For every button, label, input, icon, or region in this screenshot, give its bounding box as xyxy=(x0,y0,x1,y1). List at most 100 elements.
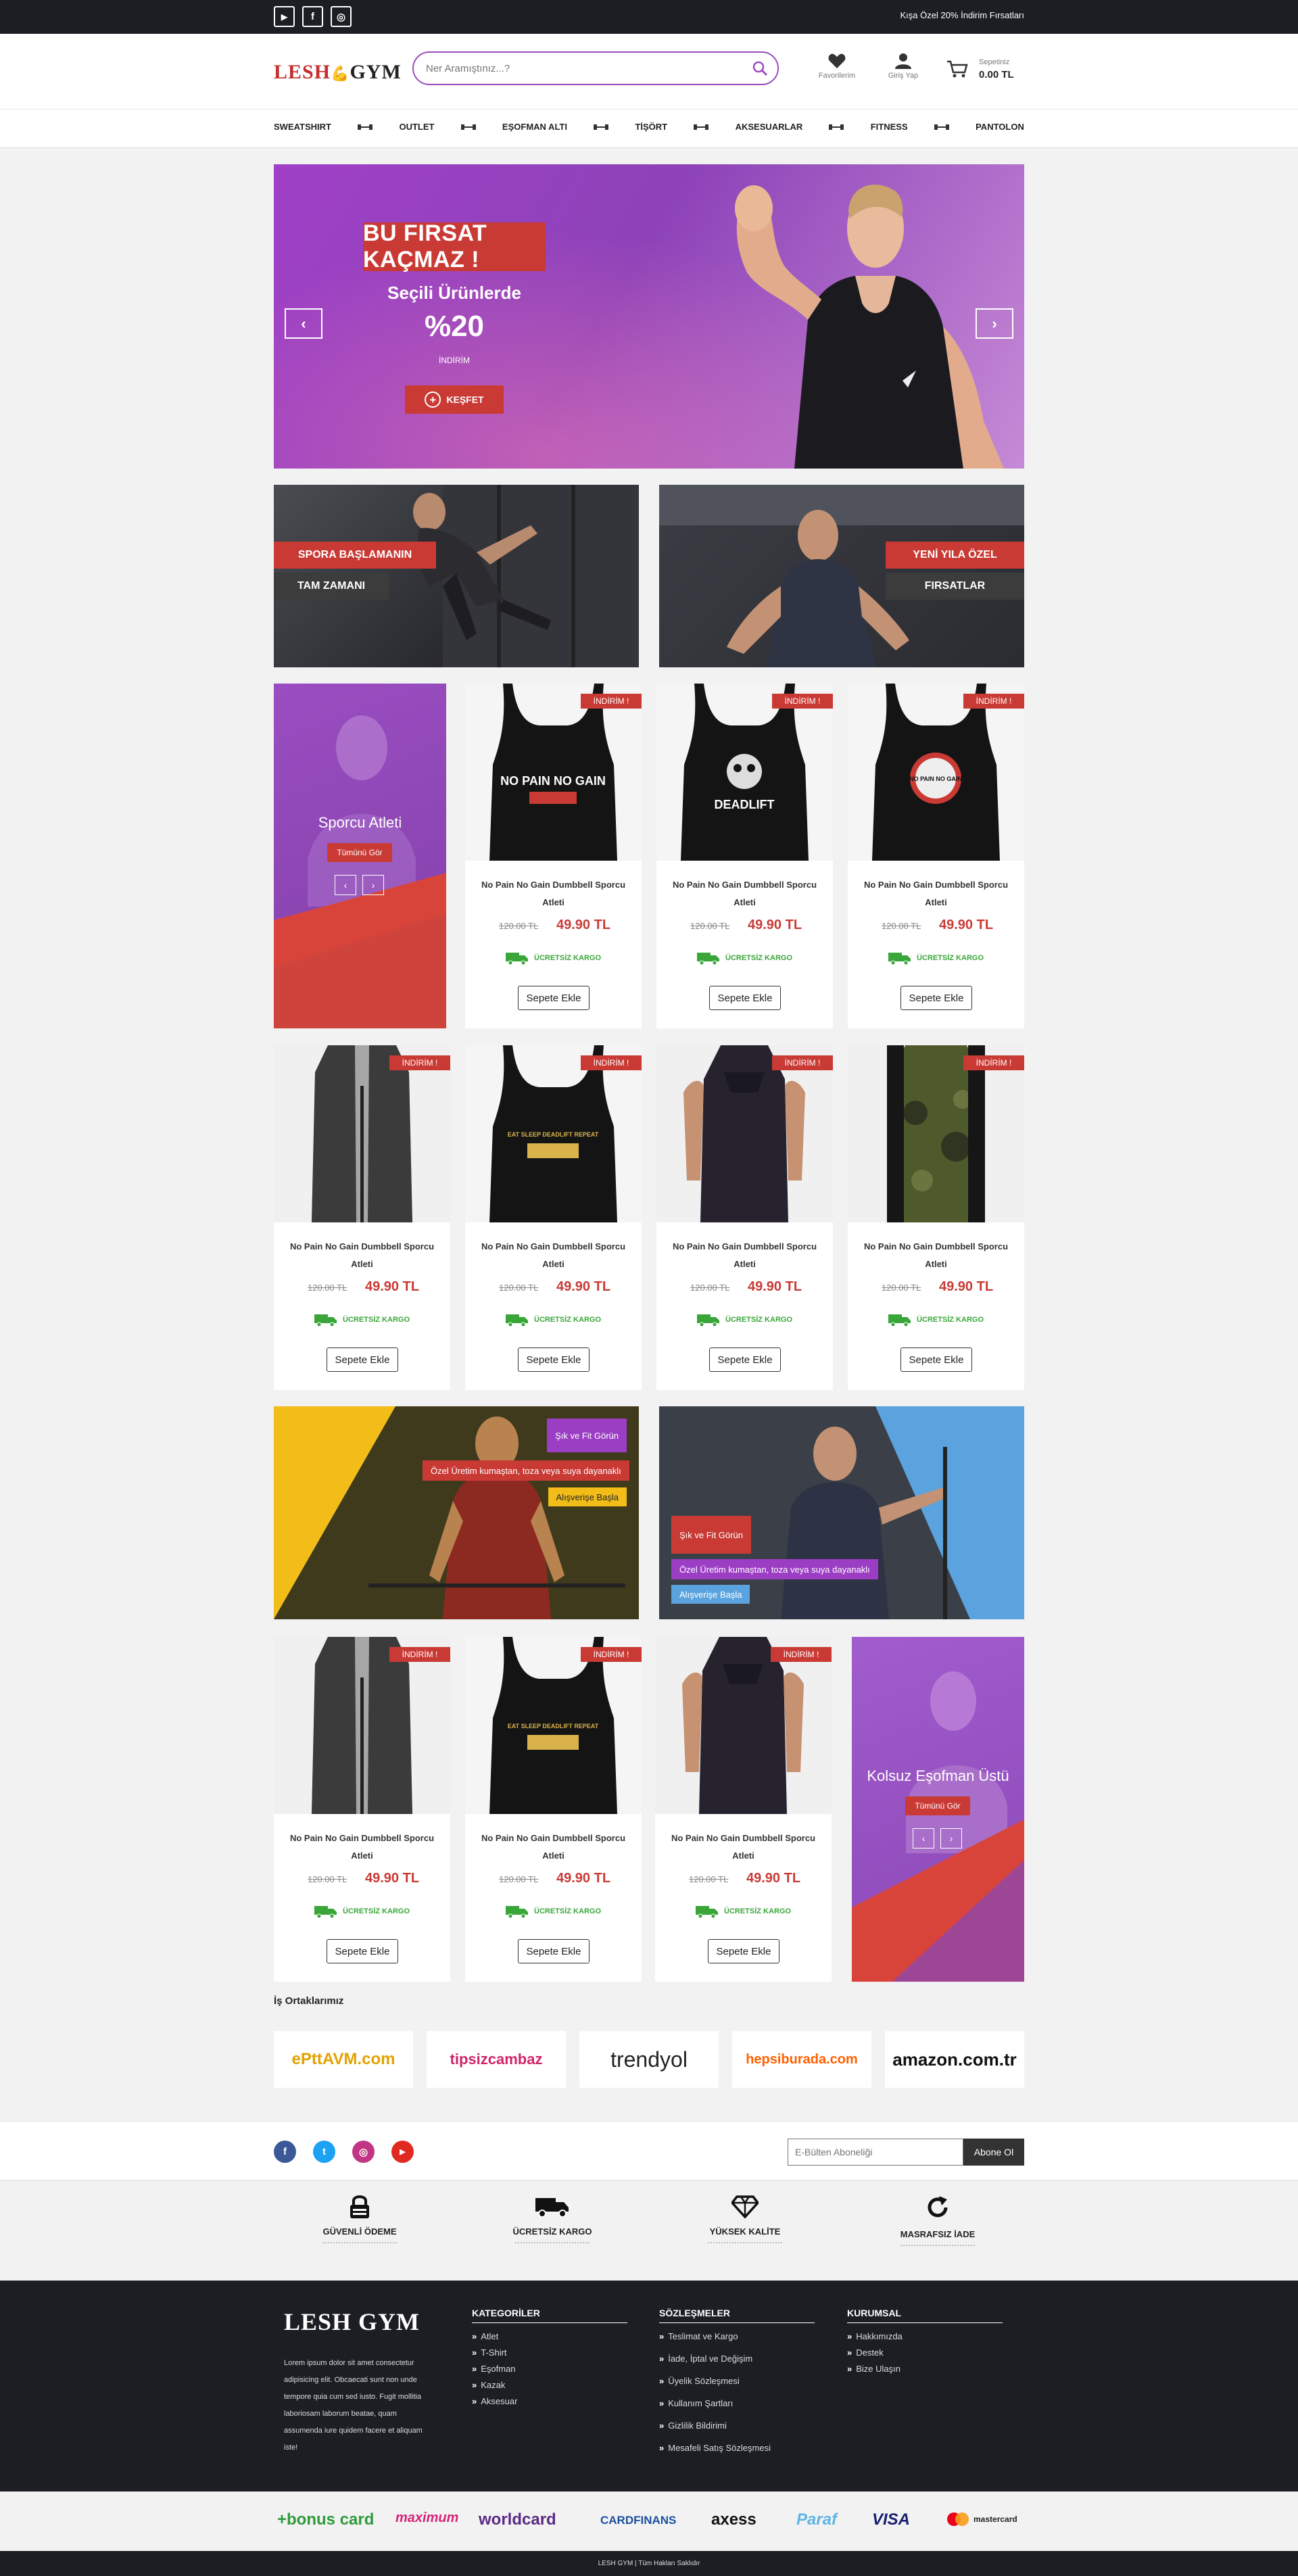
nav-item-sweatshirt[interactable]: SWEATSHIRT xyxy=(274,122,331,132)
product-name[interactable]: No Pain No Gain Dumbbell Sporcu Atleti xyxy=(287,1830,437,1865)
footer-link[interactable]: » Teslimat ve Kargo xyxy=(659,2331,815,2341)
product-card[interactable]: EAT SLEEP DEADLIFT REPEAT İNDİRİM ! No P… xyxy=(465,1045,642,1390)
product-card[interactable]: İNDİRİM ! No Pain No Gain Dumbbell Sporc… xyxy=(655,1637,832,1982)
category-card-sporcu-atleti[interactable]: Sporcu Atleti Tümünü Gör ‹ › xyxy=(274,684,446,1028)
footer-link[interactable]: » Hakkımızda xyxy=(847,2331,1003,2341)
nav-item-esofman-alti[interactable]: EŞOFMAN ALTI xyxy=(502,122,567,132)
footer-link[interactable]: » Gizlilik Bildirimi xyxy=(659,2420,815,2431)
category-next-button[interactable]: › xyxy=(940,1828,962,1848)
product-card[interactable]: EAT SLEEP DEADLIFT REPEAT İNDİRİM ! No P… xyxy=(465,1637,642,1982)
favorites-link[interactable]: Favorilerim xyxy=(810,53,864,80)
footer-logo[interactable]: LESH GYM xyxy=(284,2308,420,2336)
login-link[interactable]: Giriş Yap xyxy=(876,53,930,80)
partner-logo-trendyol[interactable]: trendyol xyxy=(579,2031,719,2088)
subscribe-button[interactable]: Abone Ol xyxy=(963,2139,1024,2166)
instagram-icon[interactable]: ◎ xyxy=(331,6,352,27)
product-image[interactable] xyxy=(274,1045,450,1222)
add-to-cart-button[interactable]: Sepete Ekle xyxy=(708,1939,779,1963)
add-to-cart-button[interactable]: Sepete Ekle xyxy=(900,1347,972,1372)
footer-link[interactable]: » Üyelik Sözleşmesi xyxy=(659,2376,815,2386)
product-image[interactable]: NO PAIN NO GAIN xyxy=(465,684,642,861)
view-all-button[interactable]: Tümünü Gör xyxy=(327,843,392,862)
add-to-cart-button[interactable]: Sepete Ekle xyxy=(518,986,590,1010)
promo-banner-left[interactable]: SPORA BAŞLAMANIN TAM ZAMANI xyxy=(274,485,639,667)
category-card-kolsuz-esofman[interactable]: Kolsuz Eşofman Üstü Tümünü Gör ‹ › xyxy=(852,1637,1024,1982)
footer-link[interactable]: » Mesafeli Satış Sözleşmesi xyxy=(659,2443,815,2453)
shop-now-button[interactable]: Alışverişe Başla xyxy=(548,1487,627,1506)
add-to-cart-button[interactable]: Sepete Ekle xyxy=(327,1939,398,1963)
footer-link[interactable]: » Bize Ulaşın xyxy=(847,2364,1003,2374)
add-to-cart-button[interactable]: Sepete Ekle xyxy=(709,1347,781,1372)
partner-logo-hepsiburada[interactable]: hepsiburada.com xyxy=(732,2031,871,2088)
promo-banner-right[interactable]: YENİ YILA ÖZEL FIRSATLAR xyxy=(659,485,1024,667)
category-next-button[interactable]: › xyxy=(362,875,384,895)
product-name[interactable]: No Pain No Gain Dumbbell Sporcu Atleti xyxy=(670,1238,819,1273)
search-icon[interactable] xyxy=(752,60,768,76)
footer-link[interactable]: » Destek xyxy=(847,2347,1003,2358)
add-to-cart-button[interactable]: Sepete Ekle xyxy=(327,1347,398,1372)
category-prev-button[interactable]: ‹ xyxy=(335,875,356,895)
twitter-icon[interactable]: t xyxy=(313,2141,335,2163)
product-card[interactable]: İNDİRİM ! No Pain No Gain Dumbbell Sporc… xyxy=(274,1045,450,1390)
product-image[interactable]: EAT SLEEP DEADLIFT REPEAT xyxy=(465,1637,642,1814)
nav-item-tisort[interactable]: TİŞÖRT xyxy=(635,122,667,132)
footer-link[interactable]: » Aksesuar xyxy=(472,2396,627,2406)
promo-card-left[interactable]: Şık ve Fit Görün Özel Üretim kumaştan, t… xyxy=(274,1406,639,1619)
footer-link[interactable]: » T-Shirt xyxy=(472,2347,627,2358)
category-prev-button[interactable]: ‹ xyxy=(913,1828,934,1848)
product-card[interactable]: İNDİRİM ! No Pain No Gain Dumbbell Sporc… xyxy=(848,1045,1024,1390)
facebook-icon[interactable]: f xyxy=(274,2141,296,2163)
product-name[interactable]: No Pain No Gain Dumbbell Sporcu Atleti xyxy=(670,876,819,911)
nav-item-pantolon[interactable]: PANTOLON xyxy=(976,122,1024,132)
youtube-icon[interactable]: ▶ xyxy=(391,2141,414,2163)
product-name[interactable]: No Pain No Gain Dumbbell Sporcu Atleti xyxy=(669,1830,818,1865)
partner-logo-amazon[interactable]: amazon.com.tr xyxy=(885,2031,1024,2088)
nav-item-fitness[interactable]: FITNESS xyxy=(871,122,908,132)
footer-link[interactable]: » Kullanım Şartları xyxy=(659,2398,815,2408)
nav-item-aksesuarlar[interactable]: AKSESUARLAR xyxy=(736,122,803,132)
newsletter-email-input[interactable] xyxy=(788,2139,963,2166)
slider-prev-button[interactable]: ‹ xyxy=(285,308,322,339)
view-all-button[interactable]: Tümünü Gör xyxy=(905,1796,970,1815)
add-to-cart-button[interactable]: Sepete Ekle xyxy=(518,1347,590,1372)
hero-explore-button[interactable]: + KEŞFET xyxy=(405,385,504,414)
product-name[interactable]: No Pain No Gain Dumbbell Sporcu Atleti xyxy=(287,1238,437,1273)
product-image[interactable]: DEADLIFT xyxy=(656,684,833,861)
product-card[interactable]: İNDİRİM ! No Pain No Gain Dumbbell Sporc… xyxy=(656,1045,833,1390)
product-image[interactable] xyxy=(274,1637,450,1814)
product-name[interactable]: No Pain No Gain Dumbbell Sporcu Atleti xyxy=(479,876,628,911)
product-name[interactable]: No Pain No Gain Dumbbell Sporcu Atleti xyxy=(861,876,1011,911)
slider-next-button[interactable]: › xyxy=(976,308,1013,339)
product-name[interactable]: No Pain No Gain Dumbbell Sporcu Atleti xyxy=(861,1238,1011,1273)
cart-button[interactable]: Sepetiniz 0.00 TL xyxy=(946,55,1028,85)
add-to-cart-button[interactable]: Sepete Ekle xyxy=(900,986,972,1010)
facebook-icon[interactable]: f xyxy=(302,6,323,27)
site-logo[interactable]: LESH💪GYM xyxy=(274,61,402,84)
footer-link[interactable]: » İade, İptal ve Değişim xyxy=(659,2354,815,2364)
footer-link[interactable]: » Kazak xyxy=(472,2380,627,2390)
add-to-cart-button[interactable]: Sepete Ekle xyxy=(518,1939,590,1963)
partner-logo-pttavm[interactable]: ePttAVM.com xyxy=(274,2031,413,2088)
product-card[interactable]: NO PAIN NO GAIN İNDİRİM ! No Pain No Gai… xyxy=(848,684,1024,1028)
discount-badge: İNDİRİM ! xyxy=(771,1647,832,1662)
partner-logo-tipsizcambaz[interactable]: tipsizcambaz xyxy=(427,2031,566,2088)
product-image[interactable] xyxy=(656,1045,833,1222)
footer-link[interactable]: » Eşofman xyxy=(472,2364,627,2374)
product-name[interactable]: No Pain No Gain Dumbbell Sporcu Atleti xyxy=(479,1238,628,1273)
add-to-cart-button[interactable]: Sepete Ekle xyxy=(709,986,781,1010)
shop-now-button[interactable]: Alışverişe Başla xyxy=(671,1585,750,1604)
product-image[interactable]: EAT SLEEP DEADLIFT REPEAT xyxy=(465,1045,642,1222)
footer-link[interactable]: » Atlet xyxy=(472,2331,627,2341)
product-card[interactable]: İNDİRİM ! No Pain No Gain Dumbbell Sporc… xyxy=(274,1637,450,1982)
product-name[interactable]: No Pain No Gain Dumbbell Sporcu Atleti xyxy=(479,1830,628,1865)
product-image[interactable] xyxy=(848,1045,1024,1222)
nav-item-outlet[interactable]: OUTLET xyxy=(399,122,434,132)
search-input[interactable] xyxy=(426,61,737,76)
product-card[interactable]: NO PAIN NO GAIN İNDİRİM ! No Pain No Gai… xyxy=(465,684,642,1028)
youtube-icon[interactable]: ▶ xyxy=(274,6,295,27)
product-image[interactable] xyxy=(655,1637,832,1814)
promo-card-right[interactable]: Şık ve Fit Görün Özel Üretim kumaştan, t… xyxy=(659,1406,1024,1619)
instagram-icon[interactable]: ◎ xyxy=(352,2141,375,2163)
product-card[interactable]: DEADLIFT İNDİRİM ! No Pain No Gain Dumbb… xyxy=(656,684,833,1028)
product-image[interactable]: NO PAIN NO GAIN xyxy=(848,684,1024,861)
